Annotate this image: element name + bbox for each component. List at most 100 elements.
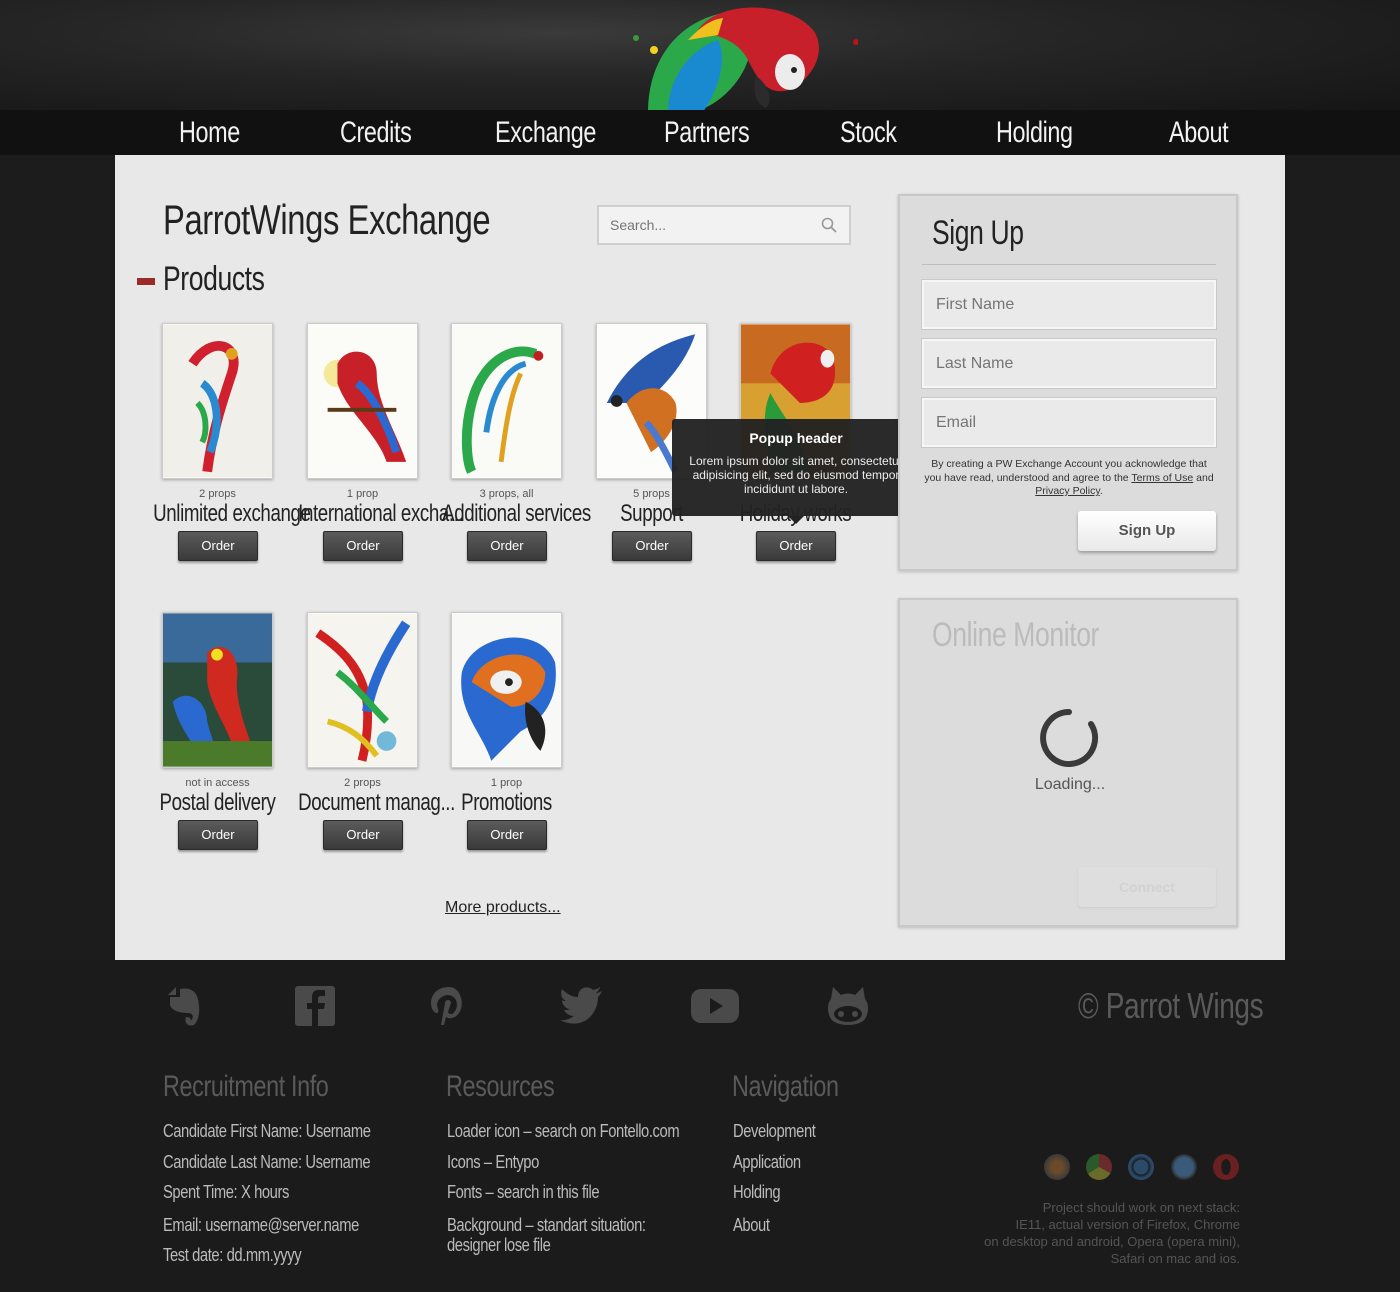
recruitment-heading: Recruitment Info bbox=[163, 1070, 329, 1103]
signup-button[interactable]: Sign Up bbox=[1078, 511, 1216, 551]
order-button[interactable]: Order bbox=[323, 531, 403, 561]
recruitment-line: Email: username@server.name bbox=[163, 1215, 359, 1235]
product-card: 2 props Unlimited exchange Order bbox=[145, 323, 311, 573]
nav-home[interactable]: Home bbox=[179, 110, 240, 155]
product-image[interactable] bbox=[451, 612, 562, 768]
order-button[interactable]: Order bbox=[178, 531, 258, 561]
pinterest-icon[interactable] bbox=[425, 983, 471, 1029]
recruitment-line: Candidate Last Name: Username bbox=[163, 1152, 371, 1172]
online-monitor-panel: Online Monitor Loading... Connect bbox=[898, 598, 1238, 927]
search-icon[interactable] bbox=[821, 217, 837, 233]
product-image[interactable] bbox=[307, 323, 418, 479]
copyright: © Parrot Wings bbox=[1078, 985, 1264, 1026]
order-button[interactable]: Order bbox=[467, 820, 547, 850]
stack-note-line: Project should work on next stack: bbox=[1042, 1200, 1240, 1215]
footer-nav-application[interactable]: Application bbox=[733, 1152, 801, 1173]
signup-panel: Sign Up By creating a PW Exchange Accoun… bbox=[898, 194, 1238, 571]
opera-icon bbox=[1213, 1154, 1239, 1180]
parrot-logo bbox=[633, 7, 858, 112]
footer-nav-holding[interactable]: Holding bbox=[733, 1182, 781, 1203]
popup-arrow bbox=[788, 516, 804, 524]
terms-end: . bbox=[1099, 485, 1103, 497]
loading-text: Loading... bbox=[1034, 776, 1106, 793]
recruitment-line: Candidate First Name: Username bbox=[163, 1121, 371, 1141]
github-icon[interactable] bbox=[825, 983, 871, 1029]
order-button[interactable]: Order bbox=[612, 531, 692, 561]
footer-nav-about[interactable]: About bbox=[733, 1215, 770, 1236]
firefox-icon bbox=[1044, 1154, 1070, 1180]
resources-line: Loader icon – search on Fontello.com bbox=[447, 1121, 680, 1141]
first-name-field bbox=[921, 279, 1217, 330]
order-button[interactable]: Order bbox=[467, 531, 547, 561]
search-box bbox=[597, 205, 851, 245]
signup-title: Sign Up bbox=[932, 214, 1024, 252]
footer-nav-development[interactable]: Development bbox=[733, 1121, 816, 1142]
product-card: 3 props, all Additional services Order bbox=[434, 323, 591, 573]
navigation-heading: Navigation bbox=[732, 1070, 839, 1103]
recruitment-line: Test date: dd.mm.yyyy bbox=[163, 1245, 302, 1265]
product-card: 1 prop Promotions Order bbox=[434, 612, 579, 862]
chrome-icon bbox=[1086, 1154, 1112, 1180]
connect-button[interactable]: Connect bbox=[1078, 867, 1216, 907]
resources-line: Icons – Entypo bbox=[447, 1152, 539, 1172]
product-name: Unlimited exchange bbox=[153, 500, 311, 527]
last-name-field bbox=[921, 338, 1217, 389]
resources-line: Fonts – search in this file bbox=[447, 1182, 600, 1202]
popup-body: Lorem ipsum dolor sit amet, consectetur … bbox=[689, 454, 903, 496]
more-products-link[interactable]: More products... bbox=[445, 899, 561, 917]
twitter-icon[interactable] bbox=[558, 983, 604, 1029]
facebook-icon[interactable] bbox=[292, 983, 338, 1029]
product-image[interactable] bbox=[307, 612, 418, 768]
product-name: Additional services bbox=[442, 500, 591, 527]
product-image[interactable] bbox=[451, 323, 562, 479]
search-input[interactable] bbox=[599, 207, 799, 243]
product-card: not in access Postal delivery Order bbox=[145, 612, 290, 862]
youtube-icon[interactable] bbox=[690, 983, 740, 1029]
ie-icon bbox=[1128, 1154, 1154, 1180]
product-meta: 2 props bbox=[344, 777, 381, 789]
page-title: ParrotWings Exchange bbox=[163, 196, 491, 243]
nav-exchange[interactable]: Exchange bbox=[495, 110, 596, 155]
product-name: Promotions bbox=[461, 789, 552, 816]
product-name: International excha... bbox=[298, 500, 464, 527]
nav-about[interactable]: About bbox=[1169, 110, 1229, 155]
privacy-policy-link[interactable]: Privacy Policy bbox=[1035, 485, 1100, 497]
nav-partners[interactable]: Partners bbox=[664, 110, 750, 155]
product-card: 2 props Document manag... Order bbox=[290, 612, 455, 862]
resources-heading: Resources bbox=[446, 1070, 555, 1103]
side-background-right bbox=[1285, 155, 1400, 960]
product-image[interactable] bbox=[162, 323, 273, 479]
product-card: 1 prop International excha... Order bbox=[290, 323, 464, 573]
nav-holding[interactable]: Holding bbox=[996, 110, 1073, 155]
terms-text: By creating a PW Exchange Account you ac… bbox=[922, 458, 1216, 499]
nav-credits[interactable]: Credits bbox=[340, 110, 412, 155]
products-heading: Products bbox=[163, 260, 265, 298]
product-name: Postal delivery bbox=[159, 789, 276, 816]
product-meta: 2 props bbox=[199, 488, 236, 500]
order-button[interactable]: Order bbox=[323, 820, 403, 850]
email-input[interactable] bbox=[924, 400, 1214, 445]
monitor-title: Online Monitor bbox=[932, 616, 1100, 654]
order-button[interactable]: Order bbox=[756, 531, 836, 561]
order-button[interactable]: Order bbox=[178, 820, 258, 850]
safari-icon bbox=[1171, 1154, 1197, 1180]
stack-note-line: Safari on mac and ios. bbox=[1110, 1251, 1240, 1266]
loading-spinner-icon bbox=[1040, 709, 1099, 767]
evernote-icon[interactable] bbox=[160, 983, 206, 1029]
main-nav: Home Credits Exchange Partners Stock Hol… bbox=[0, 110, 1400, 155]
nav-stock[interactable]: Stock bbox=[840, 110, 897, 155]
popup-header: Popup header bbox=[749, 430, 843, 446]
product-name: Document manag... bbox=[298, 789, 455, 816]
first-name-input[interactable] bbox=[924, 282, 1214, 327]
stack-note-line: IE11, actual version of Firefox, Chrome bbox=[1015, 1217, 1240, 1232]
product-image[interactable] bbox=[162, 612, 273, 768]
side-background-left bbox=[0, 155, 115, 960]
product-meta: 1 prop bbox=[346, 488, 379, 500]
terms-of-use-link[interactable]: Terms of Use bbox=[1131, 472, 1193, 484]
resources-line: Background – standart situation: bbox=[447, 1215, 646, 1235]
last-name-input[interactable] bbox=[924, 341, 1214, 386]
divider bbox=[922, 264, 1216, 265]
stack-note: Project should work on next stack: IE11,… bbox=[930, 1199, 1240, 1267]
section-marker bbox=[137, 278, 155, 285]
stack-note-line: on desktop and android, Opera (opera min… bbox=[984, 1234, 1240, 1249]
